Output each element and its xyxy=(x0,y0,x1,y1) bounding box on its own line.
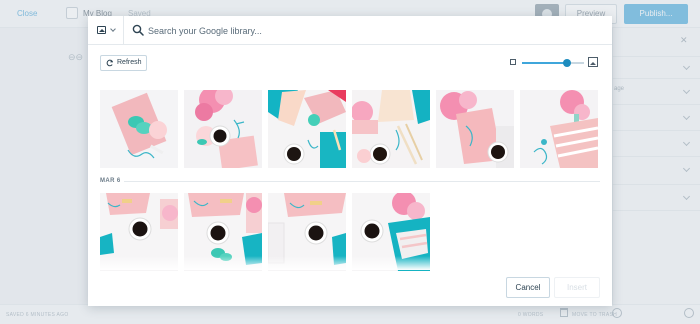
photo-pink-notebook-macarons xyxy=(100,90,178,168)
scroll-fade xyxy=(88,256,612,270)
photo-thumbnail[interactable] xyxy=(100,90,178,168)
photo-peonies-coffee-earbuds xyxy=(184,90,262,168)
photo-peony-pink-notebook-coffee xyxy=(436,90,514,168)
photo-thumbnail[interactable] xyxy=(268,90,346,168)
photo-flatlay-teal-notebook xyxy=(268,90,346,168)
photo-thumbnail[interactable] xyxy=(520,90,598,168)
refresh-label: Refresh xyxy=(117,59,142,66)
date-section-divider xyxy=(124,181,600,182)
media-source-dropdown[interactable] xyxy=(88,16,124,45)
refresh-button[interactable]: Refresh xyxy=(100,55,147,71)
date-section-label: MAR 6 xyxy=(100,178,121,184)
search-icon xyxy=(132,24,144,36)
refresh-icon xyxy=(106,59,114,67)
photo-thumbnail[interactable] xyxy=(352,90,430,168)
zoom-slider-handle[interactable] xyxy=(563,59,571,67)
photo-striped-notebook-peony xyxy=(520,90,598,168)
google-photos-modal: Refresh xyxy=(88,16,612,306)
modal-header xyxy=(88,16,612,45)
search-input[interactable] xyxy=(148,22,588,39)
zoom-slider-fill xyxy=(522,62,567,64)
photo-thumbnail[interactable] xyxy=(436,90,514,168)
photo-thumbnail[interactable] xyxy=(184,90,262,168)
chevron-down-icon xyxy=(110,26,116,32)
large-thumbnails-icon[interactable] xyxy=(588,57,598,67)
image-icon xyxy=(97,26,106,34)
small-thumbnails-icon[interactable] xyxy=(510,59,516,65)
cancel-button[interactable]: Cancel xyxy=(506,277,550,298)
insert-button[interactable]: Insert xyxy=(554,277,600,298)
photo-pencils-coffee-flatlay xyxy=(352,90,430,168)
